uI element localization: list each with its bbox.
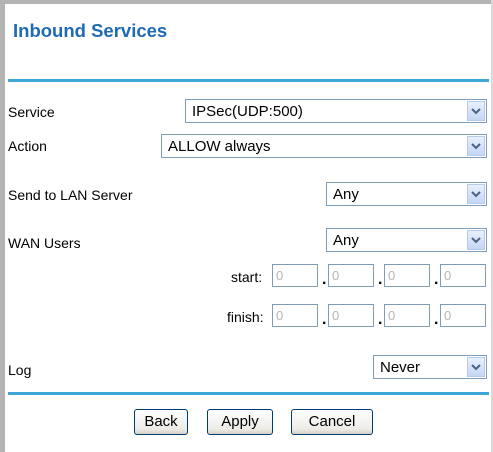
ip-dot: .	[378, 311, 383, 328]
action-select-value: ALLOW always	[168, 138, 271, 155]
finish-ip-octet-2[interactable]: 0	[328, 304, 374, 327]
chevron-down-icon[interactable]	[467, 230, 485, 250]
finish-ip-octet-1[interactable]: 0	[272, 304, 318, 327]
log-select-value: Never	[380, 359, 421, 376]
cancel-button[interactable]: Cancel	[291, 409, 373, 435]
log-select[interactable]: Never	[373, 355, 487, 379]
finish-ip-octet-4[interactable]: 0	[440, 304, 486, 327]
action-select[interactable]: ALLOW always	[161, 134, 487, 158]
start-ip-octet-3[interactable]: 0	[384, 264, 430, 287]
title-divider	[8, 79, 489, 82]
window-frame-left	[0, 0, 5, 452]
ip-dot: .	[434, 311, 439, 328]
start-ip-octet-4[interactable]: 0	[440, 264, 486, 287]
apply-button[interactable]: Apply	[207, 409, 273, 435]
ip-dot: .	[434, 271, 439, 288]
service-label: Service	[8, 104, 55, 120]
footer-divider	[8, 392, 489, 395]
service-select-value: IPSec(UDP:500)	[192, 103, 303, 120]
ip-dot: .	[322, 271, 327, 288]
service-select[interactable]: IPSec(UDP:500)	[185, 99, 487, 123]
wan-users-label: WAN Users	[8, 235, 81, 251]
finish-ip-label: finish:	[227, 309, 264, 325]
chevron-down-icon[interactable]	[467, 101, 485, 121]
ip-dot: .	[322, 311, 327, 328]
send-to-lan-server-value: Any	[333, 186, 359, 203]
start-ip-octet-1[interactable]: 0	[272, 264, 318, 287]
send-to-lan-server-select[interactable]: Any	[326, 182, 487, 206]
chevron-down-icon[interactable]	[467, 136, 485, 156]
start-ip-octet-2[interactable]: 0	[328, 264, 374, 287]
send-to-lan-server-label: Send to LAN Server	[8, 187, 133, 203]
wan-users-select[interactable]: Any	[326, 228, 487, 252]
finish-ip-octet-3[interactable]: 0	[384, 304, 430, 327]
start-ip-label: start:	[231, 269, 263, 285]
back-button[interactable]: Back	[134, 409, 188, 435]
ip-dot: .	[378, 271, 383, 288]
window-frame-top	[0, 0, 493, 4]
page-title: Inbound Services	[13, 20, 168, 41]
chevron-down-icon[interactable]	[467, 357, 485, 377]
wan-users-value: Any	[333, 232, 359, 249]
log-label: Log	[8, 362, 32, 378]
action-label: Action	[8, 138, 47, 154]
chevron-down-icon[interactable]	[467, 184, 485, 204]
